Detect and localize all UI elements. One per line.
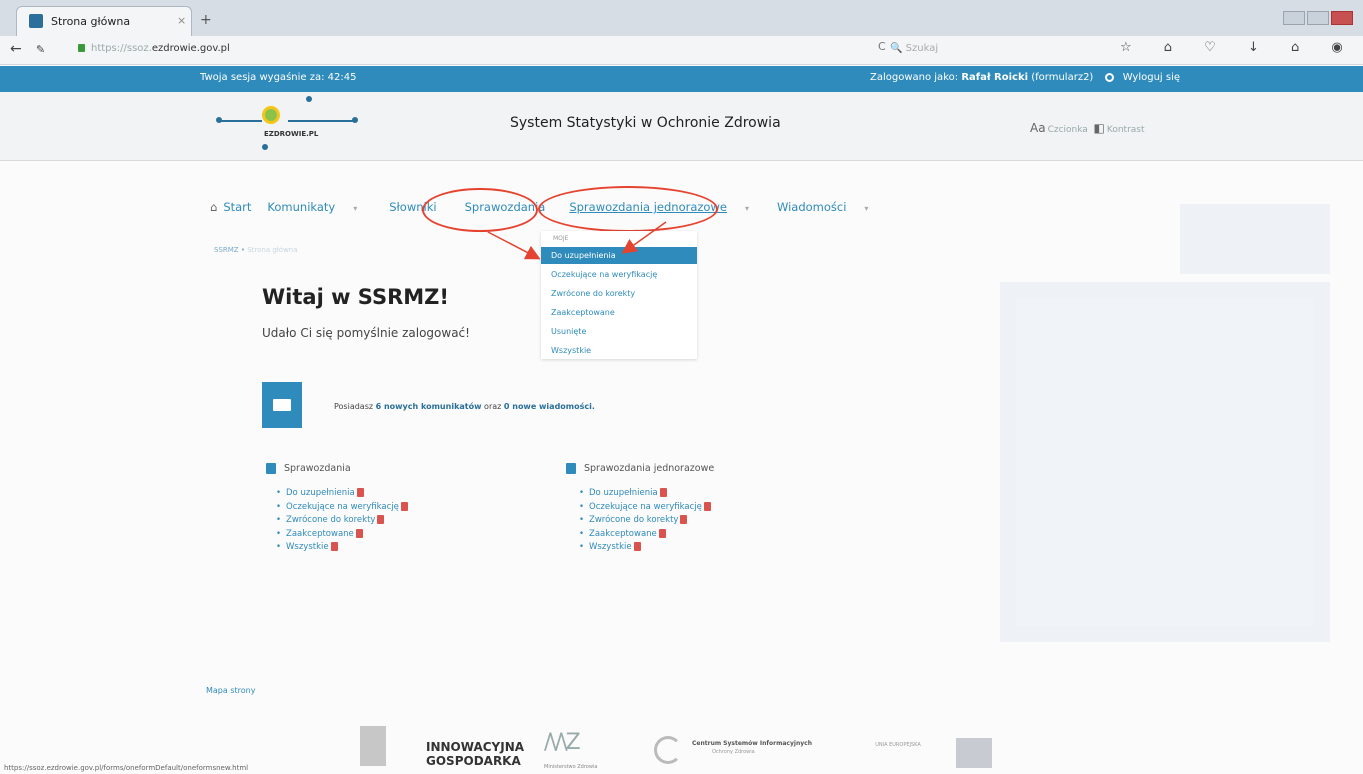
star-icon: [360, 726, 386, 766]
list-item-label: Zaakceptowane: [589, 528, 657, 539]
list-item[interactable]: Zaakceptowane: [276, 528, 408, 542]
count-badge: [400, 501, 408, 511]
count-badge: [659, 488, 667, 497]
count-badge: [658, 528, 666, 538]
list-item-label: Zwrócone do korekty: [589, 515, 679, 525]
mz-mark-icon: /\/\Z: [544, 730, 581, 755]
innow-text-1: INNOWACYJNA: [426, 740, 525, 754]
innow-text-2: GOSPODARKA: [426, 754, 521, 768]
welcome-heading: Witaj w SSRMZ!: [262, 285, 449, 309]
list-item[interactable]: Wszystkie: [579, 541, 711, 555]
count-badge: [377, 515, 385, 524]
section-sprawozdania-jednorazowe-title: Sprawozdania jednorazowe: [566, 463, 714, 474]
new-communications-link[interactable]: 6 nowych komunikatów: [376, 402, 482, 411]
mz-text: Ministerstwo Zdrowia: [544, 764, 598, 770]
list-item-label: Oczekujące na weryfikację: [286, 501, 399, 512]
ue-text: UNIA EUROPEJSKA: [875, 742, 921, 748]
new-messages-link[interactable]: 0 nowe wiadomości.: [504, 402, 595, 411]
list-item-label: Oczekujące na weryfikację: [589, 501, 702, 512]
list-item-label: Wszystkie: [589, 542, 632, 552]
sprawozdania-list: Do uzupełnienia Oczekujące na weryfikacj…: [276, 487, 408, 555]
message-box: [262, 382, 302, 428]
list-item-label: Zaakceptowane: [286, 528, 354, 539]
annotation-arrows: [487, 221, 667, 260]
count-badge: [330, 542, 338, 551]
messages-summary: Posiadasz 6 nowych komunikatów oraz 0 no…: [334, 402, 595, 411]
list-item[interactable]: Do uzupełnienia: [579, 487, 711, 501]
annotation-arrow: [487, 231, 541, 260]
count-badge: [356, 488, 364, 497]
msg-prefix: Posiadasz: [334, 402, 374, 411]
list-item-label: Wszystkie: [286, 542, 329, 552]
csi-subtext: Ochrony Zdrowia: [712, 749, 755, 755]
count-badge: [680, 515, 688, 524]
welcome-subtitle: Udało Ci się pomyślnie zalogować!: [262, 326, 470, 340]
status-bar-url: https://ssoz.ezdrowie.gov.pl/forms/onefo…: [4, 764, 249, 772]
document-icon: [266, 463, 276, 474]
msg-conjunction: oraz: [484, 402, 502, 411]
csi-text: Centrum Systemów Informacyjnych: [692, 740, 812, 747]
csioz-mark-icon: [654, 736, 682, 764]
list-item[interactable]: Zwrócone do korekty: [276, 514, 408, 528]
unia-europejska-logo: UNIA EUROPEJSKA: [868, 738, 992, 770]
csioz-logo: Centrum Systemów Informacyjnych Ochrony …: [654, 736, 854, 766]
sprawozdania-jednorazowe-list: Do uzupełnienia Oczekujące na weryfikacj…: [579, 487, 711, 555]
count-badge: [633, 542, 641, 551]
section-title-text: Sprawozdania: [284, 463, 351, 474]
eu-flag-icon: [956, 738, 992, 768]
list-item[interactable]: Zaakceptowane: [579, 528, 711, 542]
annotation-arrow: [621, 221, 667, 254]
envelope-icon: [273, 399, 291, 411]
list-item[interactable]: Oczekujące na weryfikację: [579, 501, 711, 515]
document-icon: [566, 463, 576, 474]
list-item[interactable]: Wszystkie: [276, 541, 408, 555]
sitemap-link[interactable]: Mapa strony: [206, 686, 255, 695]
list-item[interactable]: Oczekujące na weryfikację: [276, 501, 408, 515]
list-item[interactable]: Do uzupełnienia: [276, 487, 408, 501]
list-item-label: Zwrócone do korekty: [286, 515, 376, 525]
list-item-label: Do uzupełnienia: [589, 488, 658, 498]
list-item[interactable]: Zwrócone do korekty: [579, 514, 711, 528]
count-badge: [355, 528, 363, 538]
list-item-label: Do uzupełnienia: [286, 488, 355, 498]
section-title-text: Sprawozdania jednorazowe: [584, 463, 715, 474]
section-sprawozdania-title: Sprawozdania: [266, 463, 351, 474]
ministerstwo-zdrowia-logo: /\/\Z Ministerstwo Zdrowia: [540, 730, 610, 770]
count-badge: [703, 501, 711, 511]
